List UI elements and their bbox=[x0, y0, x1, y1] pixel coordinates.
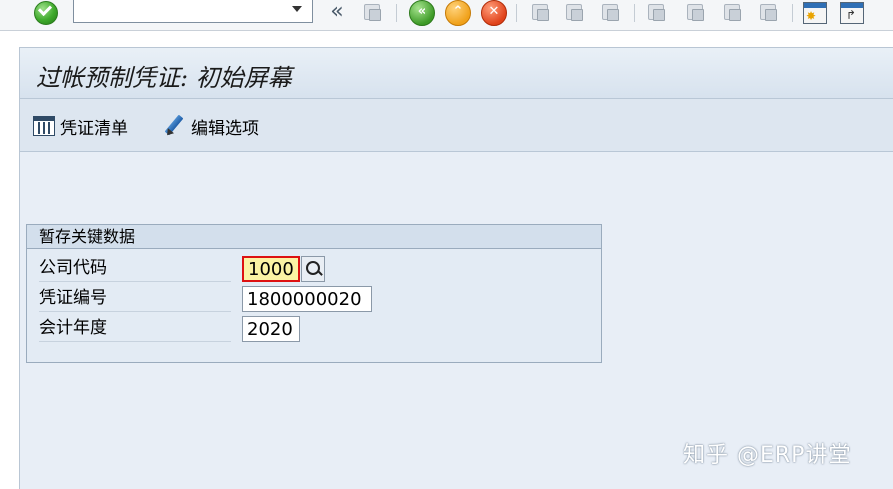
fiscal-year-field[interactable] bbox=[242, 316, 300, 342]
parked-key-data-group: 暂存关键数据 公司代码 凭证编号 会计年度 bbox=[26, 224, 602, 363]
separator bbox=[792, 4, 793, 22]
document-number-field[interactable] bbox=[242, 286, 372, 312]
search-help-button[interactable] bbox=[301, 256, 325, 282]
cancel-icon[interactable]: ✕ bbox=[481, 0, 507, 26]
table-icon bbox=[33, 116, 55, 136]
next-page-icon[interactable] bbox=[721, 2, 743, 22]
enter-button[interactable] bbox=[33, 1, 59, 25]
create-shortcut-icon[interactable]: ↱ bbox=[840, 2, 864, 24]
application-toolbar: 凭证清单 编辑选项 bbox=[20, 99, 893, 152]
main-screen: 过帐预制凭证: 初始屏幕 凭证清单 编辑选项 暂存关键数据 公司代码 1000 … bbox=[19, 47, 893, 489]
edit-options-label: 编辑选项 bbox=[191, 118, 259, 139]
company-code-field[interactable] bbox=[242, 256, 300, 282]
chevron-down-icon[interactable] bbox=[292, 6, 302, 12]
document-list-button[interactable]: 凭证清单 bbox=[33, 114, 128, 139]
create-session-icon[interactable]: ✸ bbox=[803, 2, 827, 24]
find-next-icon[interactable] bbox=[599, 2, 621, 22]
first-page-icon[interactable] bbox=[645, 2, 667, 22]
collapse-command-field-button[interactable]: « bbox=[326, 1, 348, 25]
save-icon[interactable] bbox=[361, 2, 383, 22]
watermark: 知乎 @ERP讲堂 bbox=[683, 443, 852, 468]
system-toolbar: « « ⌃ ✕ ✸ ↱ bbox=[0, 0, 893, 31]
separator bbox=[634, 4, 635, 22]
back-icon[interactable]: « bbox=[409, 0, 435, 26]
edit-options-button[interactable]: 编辑选项 bbox=[162, 114, 259, 139]
group-title: 暂存关键数据 bbox=[27, 225, 601, 249]
previous-page-icon[interactable] bbox=[684, 2, 706, 22]
separator bbox=[516, 4, 517, 22]
exit-icon[interactable]: ⌃ bbox=[445, 0, 471, 26]
command-field[interactable] bbox=[73, 0, 313, 23]
print-icon[interactable] bbox=[529, 2, 551, 22]
separator bbox=[396, 4, 397, 22]
last-page-icon[interactable] bbox=[757, 2, 779, 22]
find-icon[interactable] bbox=[563, 2, 585, 22]
pencil-icon bbox=[162, 114, 186, 138]
company-code-label: 公司代码 bbox=[39, 255, 231, 282]
document-list-label: 凭证清单 bbox=[60, 118, 128, 139]
fiscal-year-label: 会计年度 bbox=[39, 315, 231, 342]
title-bar: 过帐预制凭证: 初始屏幕 bbox=[20, 48, 893, 99]
document-number-label: 凭证编号 bbox=[39, 285, 231, 312]
page-title: 过帐预制凭证: 初始屏幕 bbox=[36, 64, 292, 92]
